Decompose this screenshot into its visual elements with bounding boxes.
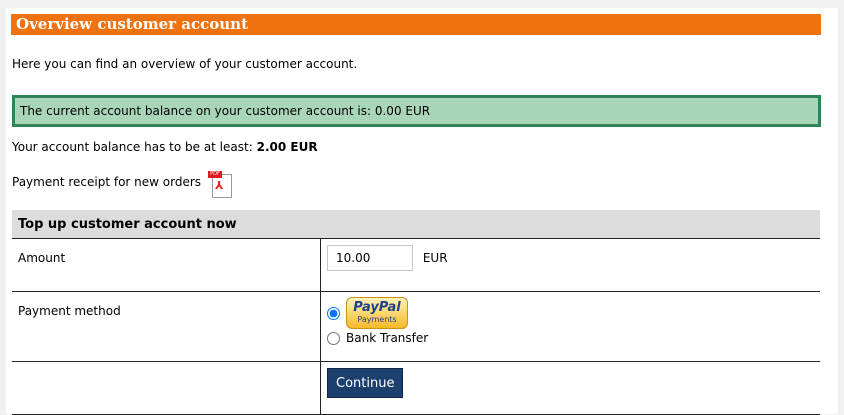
paypal-radio[interactable] (327, 306, 340, 320)
minimum-balance-line: Your account balance has to be at least:… (12, 140, 318, 154)
paypal-sub: Payments (357, 315, 397, 324)
continue-cell: Continue (320, 361, 820, 415)
page-title: Overview customer account (16, 15, 249, 33)
paypal-logo[interactable]: PayPal Payments (346, 297, 408, 329)
pdf-tag: PDF (208, 171, 222, 178)
bank-transfer-label: Bank Transfer (346, 331, 429, 345)
payment-method-cell: PayPal Payments Bank Transfer (320, 291, 820, 362)
payment-method-label: Payment method (12, 291, 321, 362)
page-header: Overview customer account (11, 14, 821, 35)
minimum-balance-value: 2.00 EUR (256, 140, 318, 154)
topup-title: Top up customer account now (12, 210, 820, 239)
amount-label: Amount (12, 238, 321, 292)
amount-cell: EUR (320, 238, 820, 292)
minimum-balance-label: Your account balance has to be at least: (12, 140, 253, 154)
receipt-text: Payment receipt for new orders (12, 175, 202, 189)
continue-spacer (12, 361, 321, 415)
bank-transfer-option[interactable]: Bank Transfer (327, 331, 820, 345)
currency-label: EUR (422, 251, 448, 265)
continue-button[interactable]: Continue (327, 368, 404, 398)
continue-row: Continue (12, 361, 820, 415)
acrobat-symbol: ⅄ (215, 179, 224, 192)
payment-method-row: Payment method PayPal Payments Bank Tran… (12, 291, 820, 362)
paypal-brand: PayPal (353, 300, 401, 315)
amount-input[interactable] (327, 245, 413, 271)
topup-table: Top up customer account now Amount EUR P… (12, 210, 820, 415)
balance-notice: The current account balance on your cust… (12, 95, 821, 127)
bank-transfer-radio[interactable] (327, 331, 340, 345)
balance-message: The current account balance on your cust… (20, 104, 431, 118)
paypal-option[interactable]: PayPal Payments (327, 297, 820, 329)
amount-row: Amount EUR (12, 238, 820, 292)
pdf-icon[interactable]: PDF ⅄ (208, 171, 232, 198)
intro-text: Here you can find an overview of your cu… (12, 57, 358, 71)
